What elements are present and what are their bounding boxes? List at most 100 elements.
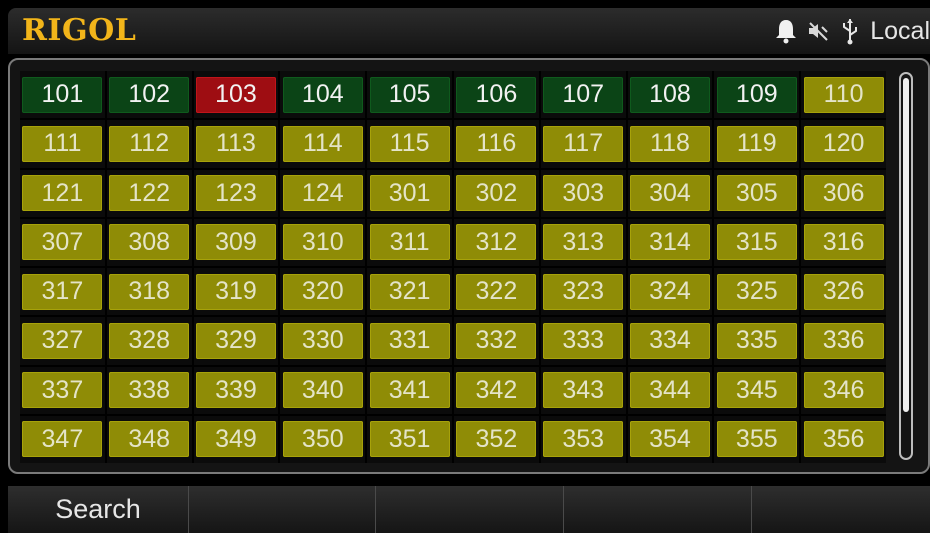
channel-cell[interactable]: 311 bbox=[367, 218, 452, 266]
channel-110[interactable]: 110 bbox=[803, 76, 884, 113]
channel-349[interactable]: 349 bbox=[195, 421, 276, 458]
channel-cell[interactable]: 349 bbox=[193, 415, 279, 463]
channel-cell[interactable]: 308 bbox=[106, 218, 192, 266]
channel-330[interactable]: 330 bbox=[282, 322, 363, 359]
channel-cell[interactable]: 348 bbox=[106, 415, 192, 463]
channel-cell[interactable]: 312 bbox=[454, 218, 539, 266]
channel-cell[interactable]: 123 bbox=[193, 169, 279, 217]
channel-cell[interactable]: 111 bbox=[20, 120, 105, 168]
channel-318[interactable]: 318 bbox=[109, 273, 190, 310]
channel-120[interactable]: 120 bbox=[803, 125, 884, 162]
channel-cell[interactable]: 321 bbox=[367, 268, 452, 316]
channel-342[interactable]: 342 bbox=[456, 372, 537, 409]
channel-101[interactable]: 101 bbox=[22, 76, 103, 113]
channel-121[interactable]: 121 bbox=[22, 175, 103, 212]
channel-cell[interactable]: 313 bbox=[540, 218, 626, 266]
channel-315[interactable]: 315 bbox=[716, 224, 797, 261]
channel-306[interactable]: 306 bbox=[803, 175, 884, 212]
channel-310[interactable]: 310 bbox=[282, 224, 363, 261]
channel-119[interactable]: 119 bbox=[716, 125, 797, 162]
channel-104[interactable]: 104 bbox=[282, 76, 363, 113]
channel-343[interactable]: 343 bbox=[543, 372, 624, 409]
channel-cell[interactable]: 107 bbox=[540, 71, 626, 119]
softkey-5[interactable] bbox=[752, 486, 930, 533]
channel-cell[interactable]: 325 bbox=[714, 268, 800, 316]
channel-cell[interactable]: 318 bbox=[106, 268, 192, 316]
channel-cell[interactable]: 116 bbox=[454, 120, 539, 168]
channel-cell[interactable]: 306 bbox=[801, 169, 886, 217]
channel-cell[interactable]: 109 bbox=[714, 71, 800, 119]
channel-335[interactable]: 335 bbox=[716, 322, 797, 359]
channel-323[interactable]: 323 bbox=[543, 273, 624, 310]
channel-cell[interactable]: 319 bbox=[193, 268, 279, 316]
channel-116[interactable]: 116 bbox=[456, 125, 537, 162]
channel-cell[interactable]: 124 bbox=[280, 169, 366, 217]
channel-cell[interactable]: 110 bbox=[801, 71, 886, 119]
channel-cell[interactable]: 305 bbox=[714, 169, 800, 217]
channel-336[interactable]: 336 bbox=[803, 322, 884, 359]
channel-cell[interactable]: 346 bbox=[801, 366, 886, 414]
channel-cell[interactable]: 339 bbox=[193, 366, 279, 414]
channel-cell[interactable]: 115 bbox=[367, 120, 452, 168]
channel-124[interactable]: 124 bbox=[282, 175, 363, 212]
channel-307[interactable]: 307 bbox=[22, 224, 103, 261]
channel-cell[interactable]: 328 bbox=[106, 317, 192, 365]
channel-cell[interactable]: 340 bbox=[280, 366, 366, 414]
channel-123[interactable]: 123 bbox=[195, 175, 276, 212]
channel-348[interactable]: 348 bbox=[109, 421, 190, 458]
channel-115[interactable]: 115 bbox=[369, 125, 450, 162]
channel-cell[interactable]: 333 bbox=[540, 317, 626, 365]
channel-316[interactable]: 316 bbox=[803, 224, 884, 261]
channel-cell[interactable]: 304 bbox=[627, 169, 713, 217]
channel-cell[interactable]: 303 bbox=[540, 169, 626, 217]
channel-cell[interactable]: 355 bbox=[714, 415, 800, 463]
channel-cell[interactable]: 101 bbox=[20, 71, 105, 119]
channel-333[interactable]: 333 bbox=[543, 322, 624, 359]
channel-cell[interactable]: 322 bbox=[454, 268, 539, 316]
channel-303[interactable]: 303 bbox=[543, 175, 624, 212]
channel-cell[interactable]: 103 bbox=[193, 71, 279, 119]
channel-cell[interactable]: 105 bbox=[367, 71, 452, 119]
channel-cell[interactable]: 345 bbox=[714, 366, 800, 414]
channel-344[interactable]: 344 bbox=[629, 372, 710, 409]
channel-117[interactable]: 117 bbox=[543, 125, 624, 162]
channel-cell[interactable]: 121 bbox=[20, 169, 105, 217]
channel-302[interactable]: 302 bbox=[456, 175, 537, 212]
channel-cell[interactable]: 329 bbox=[193, 317, 279, 365]
channel-326[interactable]: 326 bbox=[803, 273, 884, 310]
channel-118[interactable]: 118 bbox=[629, 125, 710, 162]
channel-346[interactable]: 346 bbox=[803, 372, 884, 409]
channel-cell[interactable]: 112 bbox=[106, 120, 192, 168]
channel-322[interactable]: 322 bbox=[456, 273, 537, 310]
channel-cell[interactable]: 315 bbox=[714, 218, 800, 266]
channel-cell[interactable]: 342 bbox=[454, 366, 539, 414]
softkey-3[interactable] bbox=[376, 486, 564, 533]
channel-cell[interactable]: 119 bbox=[714, 120, 800, 168]
channel-327[interactable]: 327 bbox=[22, 322, 103, 359]
softkey-search[interactable]: Search bbox=[8, 486, 189, 533]
channel-cell[interactable]: 337 bbox=[20, 366, 105, 414]
channel-309[interactable]: 309 bbox=[195, 224, 276, 261]
channel-cell[interactable]: 120 bbox=[801, 120, 886, 168]
channel-cell[interactable]: 326 bbox=[801, 268, 886, 316]
scrollbar-thumb[interactable] bbox=[903, 78, 909, 412]
channel-308[interactable]: 308 bbox=[109, 224, 190, 261]
channel-354[interactable]: 354 bbox=[629, 421, 710, 458]
channel-cell[interactable]: 331 bbox=[367, 317, 452, 365]
channel-cell[interactable]: 347 bbox=[20, 415, 105, 463]
channel-321[interactable]: 321 bbox=[369, 273, 450, 310]
channel-312[interactable]: 312 bbox=[456, 224, 537, 261]
channel-cell[interactable]: 356 bbox=[801, 415, 886, 463]
channel-cell[interactable]: 106 bbox=[454, 71, 539, 119]
channel-341[interactable]: 341 bbox=[369, 372, 450, 409]
channel-102[interactable]: 102 bbox=[109, 76, 190, 113]
channel-cell[interactable]: 336 bbox=[801, 317, 886, 365]
channel-cell[interactable]: 302 bbox=[454, 169, 539, 217]
channel-107[interactable]: 107 bbox=[543, 76, 624, 113]
channel-106[interactable]: 106 bbox=[456, 76, 537, 113]
channel-cell[interactable]: 310 bbox=[280, 218, 366, 266]
channel-cell[interactable]: 332 bbox=[454, 317, 539, 365]
channel-cell[interactable]: 320 bbox=[280, 268, 366, 316]
channel-351[interactable]: 351 bbox=[369, 421, 450, 458]
channel-122[interactable]: 122 bbox=[109, 175, 190, 212]
